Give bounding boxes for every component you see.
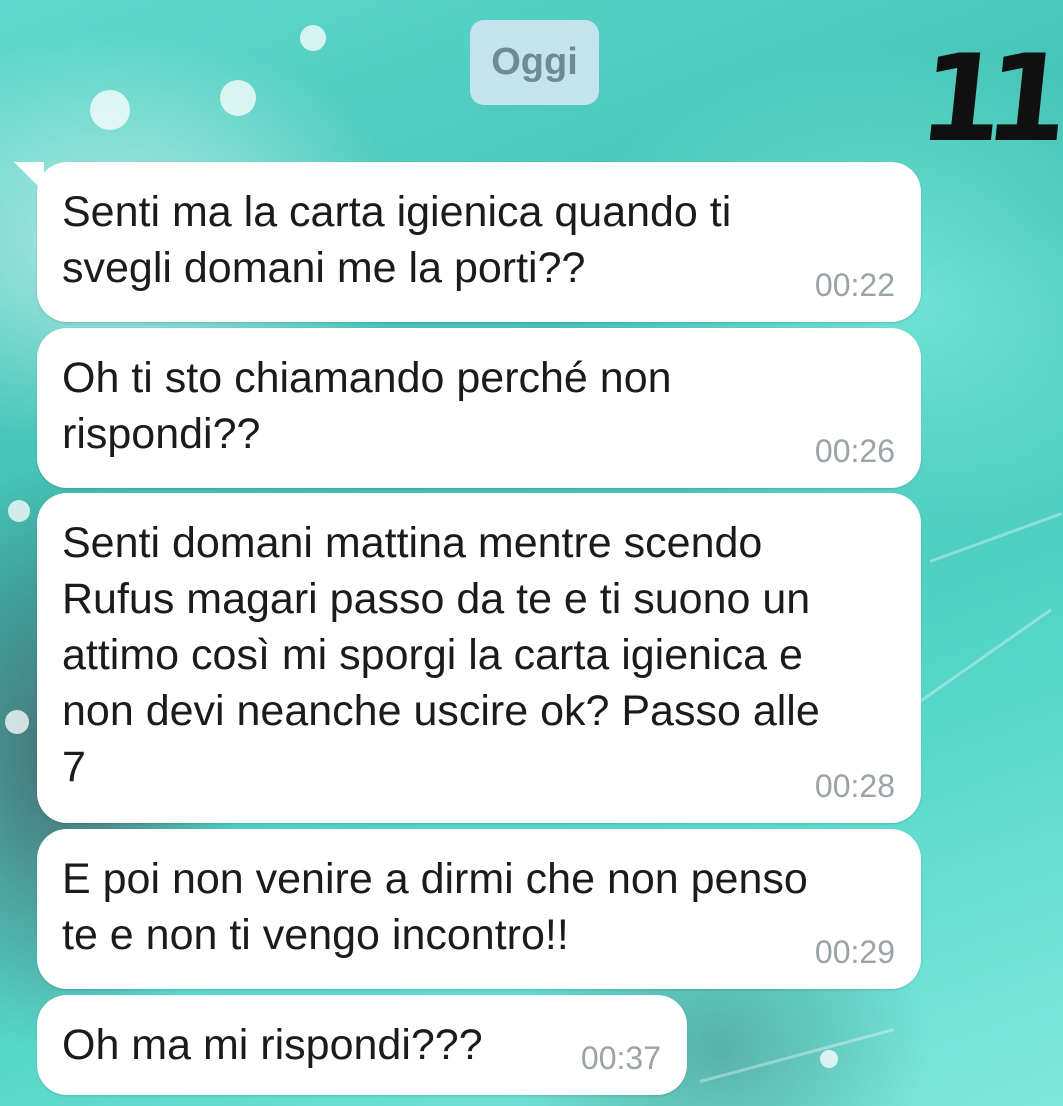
message-time: 00:22 xyxy=(814,267,895,303)
message-text: Senti ma la carta igienica quando ti sve… xyxy=(62,188,732,292)
background-bokeh xyxy=(220,80,256,116)
message-text: Oh ma mi rispondi??? xyxy=(62,1021,483,1069)
message-text: Senti domani mattina mentre scendo Rufus… xyxy=(62,519,820,791)
message-bubble[interactable]: Oh ma mi rispondi??? 00:37 xyxy=(37,995,687,1095)
message-time: 00:37 xyxy=(580,1040,661,1076)
message-time: 00:26 xyxy=(814,433,895,469)
background-streak xyxy=(929,512,1063,563)
background-bokeh xyxy=(5,710,29,734)
background-streak xyxy=(699,1028,894,1083)
message-time: 00:29 xyxy=(814,934,895,970)
message-time: 00:28 xyxy=(814,768,895,804)
background-bokeh xyxy=(820,1050,838,1068)
background-bokeh xyxy=(300,25,326,51)
background-bokeh xyxy=(90,90,130,130)
background-streak xyxy=(919,608,1052,703)
message-bubble[interactable]: Senti domani mattina mentre scendo Rufus… xyxy=(37,493,921,823)
message-bubble[interactable]: Senti ma la carta igienica quando ti sve… xyxy=(37,162,921,322)
message-bubble[interactable]: E poi non venire a dirmi che non penso t… xyxy=(37,829,921,989)
date-separator: Oggi xyxy=(470,20,599,105)
message-bubble[interactable]: Oh ti sto chiamando perché non rispondi?… xyxy=(37,328,921,488)
message-text: E poi non venire a dirmi che non penso t… xyxy=(62,855,808,959)
handwritten-number: 11 xyxy=(912,30,1059,169)
date-separator-label: Oggi xyxy=(491,41,578,83)
message-text: Oh ti sto chiamando perché non rispondi?… xyxy=(62,354,672,458)
background-bokeh xyxy=(8,500,30,522)
